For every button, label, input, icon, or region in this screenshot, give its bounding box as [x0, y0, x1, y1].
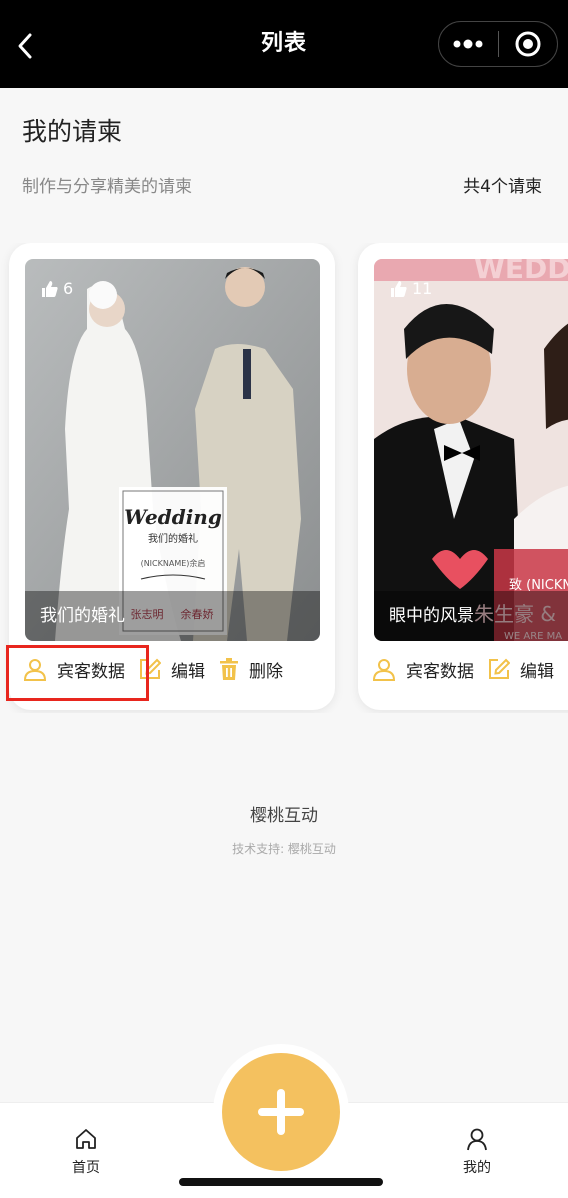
invitation-card[interactable]: Wedding 我们的婚礼 (NICKNAME)余启 张志明 余春娇 6 我们的…	[9, 243, 335, 710]
invitation-card[interactable]: WEDDI 致 (NICKN 朱生豪 & WE ARE MA 11	[358, 243, 568, 710]
close-miniprogram-button[interactable]	[499, 22, 558, 66]
tab-home[interactable]: 首页	[46, 1125, 126, 1177]
card-actions: 宾客数据 编辑 删除	[9, 647, 335, 691]
edit-button[interactable]: 编辑	[139, 647, 205, 691]
user-profile-icon	[467, 1128, 487, 1151]
invitation-title: 眼中的风景	[374, 591, 568, 641]
invitation-list[interactable]: Wedding 我们的婚礼 (NICKNAME)余启 张志明 余春娇 6 我们的…	[0, 243, 568, 713]
thumbs-up-icon	[391, 280, 407, 297]
home-icon	[76, 1129, 96, 1149]
like-count: 11	[390, 279, 432, 298]
card-actions: 宾客数据 编辑	[358, 647, 568, 691]
plus-icon	[258, 1089, 304, 1135]
overlay-nickname: (NICKNAME)余启	[141, 558, 206, 568]
more-button[interactable]	[439, 22, 498, 66]
home-indicator	[179, 1178, 383, 1186]
like-count: 6	[41, 279, 73, 298]
guest-data-button[interactable]: 宾客数据	[372, 647, 474, 691]
user-icon	[372, 659, 396, 681]
trash-icon	[220, 658, 238, 680]
invite-count: 共4个请柬	[463, 177, 542, 197]
invitation-cover-image[interactable]: WEDDI 致 (NICKN 朱生豪 & WE ARE MA 11	[374, 259, 568, 641]
page-title: 我的请柬	[22, 117, 123, 146]
target-icon	[515, 31, 541, 57]
thumbs-up-icon	[42, 280, 58, 297]
brand-name: 樱桃互动	[250, 806, 318, 826]
tab-mine[interactable]: 我的	[437, 1125, 517, 1177]
page-header: 我的请柬 制作与分享精美的请柬 共4个请柬	[0, 88, 568, 218]
tech-support-text: 技术支持: 樱桃互动	[232, 842, 336, 856]
delete-button[interactable]: 删除	[219, 647, 283, 691]
invitation-cover-image[interactable]: Wedding 我们的婚礼 (NICKNAME)余启 张志明 余春娇 6 我们的…	[25, 259, 320, 641]
edit-icon	[140, 658, 161, 679]
user-icon	[23, 659, 47, 681]
overlay-heading: Wedding	[124, 505, 222, 529]
wedding-photo: Wedding 我们的婚礼 (NICKNAME)余启 张志明 余春娇	[25, 259, 320, 641]
tab-mine-label: 我的	[463, 1160, 491, 1176]
nav-bar: 列表	[0, 0, 568, 88]
invitation-title: 我们的婚礼	[25, 591, 320, 641]
overlay-banner: WEDDI	[474, 259, 568, 285]
guest-data-button[interactable]: 宾客数据	[23, 647, 125, 691]
wedding-photo: WEDDI 致 (NICKN 朱生豪 & WE ARE MA	[374, 259, 568, 641]
mini-program-capsule	[438, 21, 558, 67]
create-invitation-button[interactable]	[222, 1053, 340, 1171]
edit-button[interactable]: 编辑	[488, 647, 554, 691]
page-subtitle: 制作与分享精美的请柬	[22, 177, 192, 197]
more-dots-icon	[453, 39, 483, 49]
edit-icon	[489, 658, 510, 679]
overlay-subheading: 我们的婚礼	[148, 532, 198, 545]
tab-home-label: 首页	[72, 1160, 100, 1176]
